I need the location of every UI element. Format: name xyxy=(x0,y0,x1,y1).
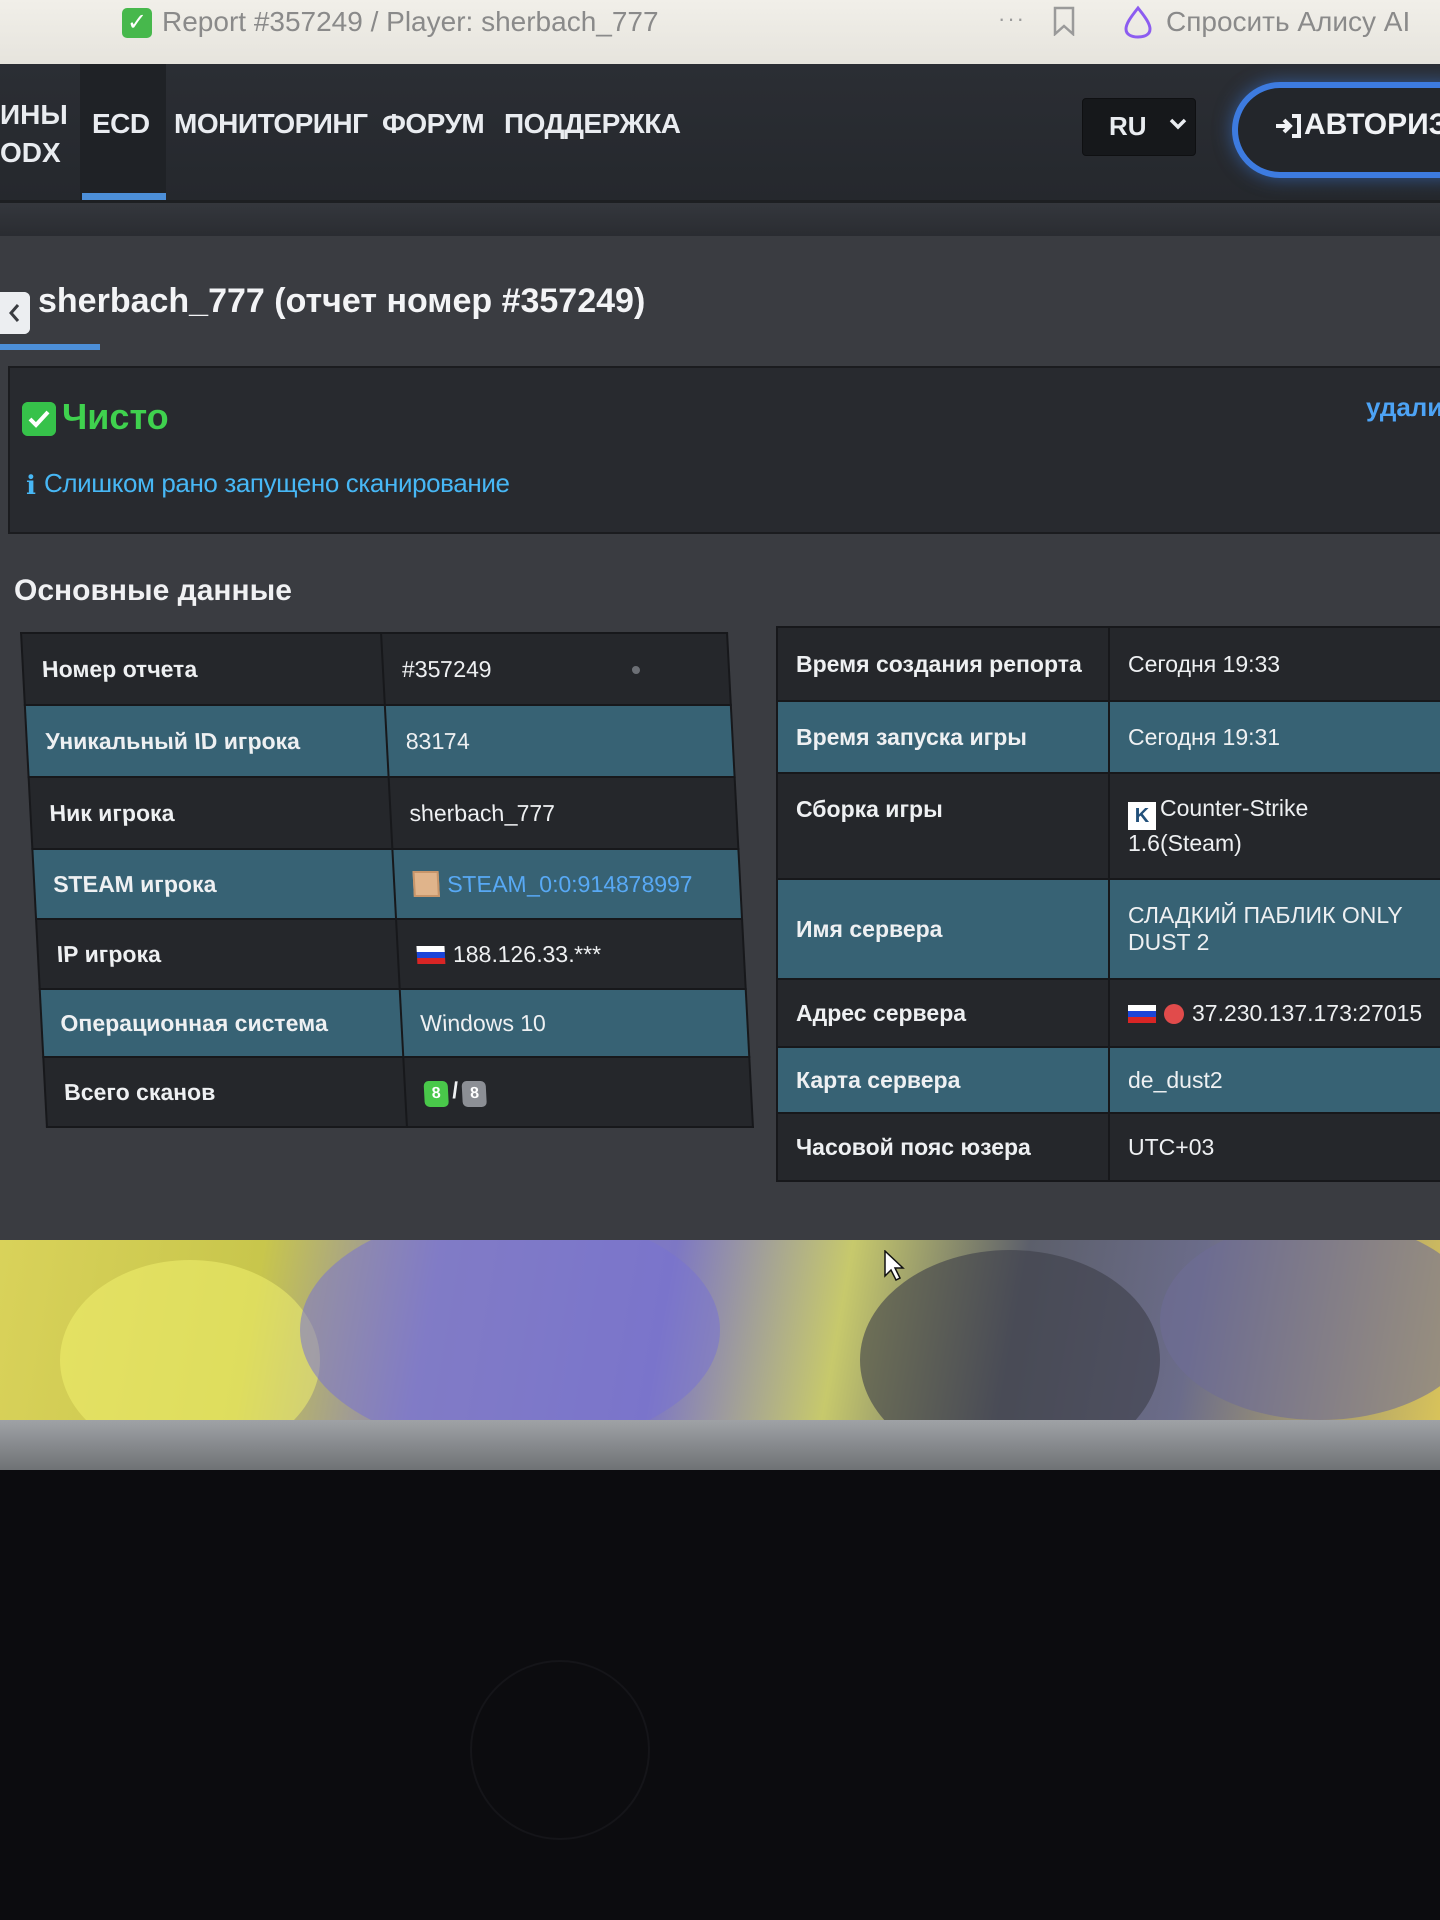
chevron-left-icon[interactable] xyxy=(0,292,30,334)
table-row: Номер отчета #357249 xyxy=(21,633,731,705)
row-key: Сборка игры xyxy=(776,772,1110,880)
row-value: STEAM_0:0:914878997 xyxy=(392,849,743,919)
row-value: Windows 10 xyxy=(399,989,750,1057)
steam-avatar-icon xyxy=(412,870,440,897)
row-value: de_dust2 xyxy=(1108,1046,1440,1114)
table-row: Сборка игры K Counter-Strike 1.6(Steam) xyxy=(776,772,1440,880)
row-key: Имя сервера xyxy=(776,878,1110,980)
section-title-main-data: Основные данные xyxy=(14,574,292,607)
art-shape xyxy=(1160,1240,1440,1420)
table-row: Операционная система Windows 10 xyxy=(39,989,750,1057)
scan-warning-text: Слишком рано запущено сканирование xyxy=(44,468,510,498)
tab-check-icon: ✓ xyxy=(122,8,152,38)
page-title: sherbach_777 (отчет номер #357249) xyxy=(38,282,646,320)
chevron-down-icon xyxy=(1169,118,1187,130)
table-row: Уникальный ID игрока 83174 xyxy=(24,705,735,777)
row-value: K Counter-Strike 1.6(Steam) xyxy=(1108,772,1440,880)
scan-count-badge[interactable]: 8 xyxy=(423,1081,449,1107)
art-shape xyxy=(300,1240,720,1420)
nav-active-indicator xyxy=(82,193,166,200)
check-square-icon xyxy=(22,402,56,436)
server-info-table: Время создания репорта Сегодня 19:33 Вре… xyxy=(776,626,1440,1182)
nav-item-monitoring[interactable]: МОНИТОРИНГ xyxy=(174,108,368,140)
nav-item-ecd[interactable]: ECD xyxy=(92,108,150,140)
row-key: Время запуска игры xyxy=(776,700,1110,774)
row-value: 37.230.137.173:27015 xyxy=(1108,978,1440,1048)
row-key: IP игрока xyxy=(36,919,400,989)
row-value: 8/8 xyxy=(403,1057,753,1127)
monitor-bezel xyxy=(0,1470,1440,1920)
nav-item-support[interactable]: ПОДДЕРЖКА xyxy=(504,108,681,140)
row-value: UTC+03 xyxy=(1108,1112,1440,1182)
row-value: СЛАДКИЙ ПАБЛИК ONLY DUST 2 xyxy=(1108,878,1440,980)
brand-fragment-line2: ODX xyxy=(0,137,61,168)
row-key: STEAM игрока xyxy=(32,849,397,919)
tab-title[interactable]: Report #357249 / Player: sherbach_777 xyxy=(162,6,659,38)
player-ip: 188.126.33.*** xyxy=(452,940,602,967)
row-key: Часовой пояс юзера xyxy=(776,1112,1110,1182)
game-build-line2: 1.6(Steam) xyxy=(1128,830,1242,856)
scan-status-label: Чисто xyxy=(62,396,169,437)
counter-strike-icon: K xyxy=(1128,802,1156,830)
row-value: 188.126.33.*** xyxy=(396,919,746,989)
alice-ring-icon[interactable] xyxy=(1120,4,1156,40)
server-name-line1: СЛАДКИЙ ПАБЛИК ONLY xyxy=(1128,902,1403,928)
russia-flag-icon xyxy=(1128,1004,1156,1023)
login-arrow-icon xyxy=(1276,114,1301,138)
row-key: Всего сканов xyxy=(43,1057,407,1127)
webcam-ring-icon xyxy=(470,1660,650,1840)
table-row: STEAM игрока STEAM_0:0:914878997 xyxy=(32,849,743,919)
steam-id-link[interactable]: STEAM_0:0:914878997 xyxy=(446,871,693,897)
art-shape xyxy=(60,1260,320,1420)
nav-item-forum[interactable]: ФОРУМ xyxy=(382,108,485,140)
row-value: sherbach_777 xyxy=(388,777,739,849)
table-row: Всего сканов 8/8 xyxy=(43,1057,753,1127)
ask-alice-button[interactable]: Спросить Алису AI xyxy=(1166,6,1410,38)
screen-bottom-edge xyxy=(0,1420,1440,1470)
header-divider xyxy=(0,200,1440,236)
table-row: Адрес сервера 37.230.137.173:27015 xyxy=(776,978,1440,1048)
row-key: Время создания репорта xyxy=(776,626,1110,702)
table-row: IP игрока 188.126.33.*** xyxy=(36,919,746,989)
delete-report-link[interactable]: удалит xyxy=(1366,392,1440,423)
player-info-table: Номер отчета #357249 Уникальный ID игрок… xyxy=(20,632,754,1128)
table-row: Имя сервера СЛАДКИЙ ПАБЛИК ONLY DUST 2 xyxy=(776,878,1440,980)
row-key: Ник игрока xyxy=(28,777,393,849)
login-label: АВТОРИЗ xyxy=(1304,108,1440,141)
title-underline xyxy=(0,344,100,350)
report-number: #357249 xyxy=(401,655,493,682)
table-row: Карта сервера de_dust2 xyxy=(776,1046,1440,1114)
status-card xyxy=(8,366,1440,534)
dot-icon xyxy=(631,666,640,675)
scan-total-badge[interactable]: 8 xyxy=(461,1081,488,1107)
vac-icon xyxy=(1164,1003,1184,1024)
table-row: Время запуска игры Сегодня 19:31 xyxy=(776,700,1440,774)
background-game-art xyxy=(0,1240,1440,1420)
info-icon: ℹ xyxy=(26,470,36,500)
brand-fragment-line1: ИНЫ xyxy=(0,99,68,130)
row-value: 83174 xyxy=(384,705,735,777)
mouse-cursor-icon xyxy=(884,1250,905,1282)
row-key: Уникальный ID игрока xyxy=(24,705,389,777)
table-row: Часовой пояс юзера UTC+03 xyxy=(776,1112,1440,1182)
row-key: Карта сервера xyxy=(776,1046,1110,1114)
row-value: Сегодня 19:33 xyxy=(1108,626,1440,702)
row-value: Сегодня 19:31 xyxy=(1108,700,1440,774)
russia-flag-icon xyxy=(416,945,446,964)
server-address[interactable]: 37.230.137.173:27015 xyxy=(1192,1000,1422,1026)
game-build-line1: Counter-Strike xyxy=(1160,795,1309,821)
row-key: Номер отчета xyxy=(21,633,385,705)
brand-logo-fragment[interactable]: ИНЫ ODX xyxy=(0,96,68,172)
row-key: Операционная система xyxy=(39,989,404,1057)
bookmark-icon[interactable] xyxy=(1052,6,1076,36)
table-row: Ник игрока sherbach_777 xyxy=(28,777,739,849)
row-key: Адрес сервера xyxy=(776,978,1110,1048)
scan-separator: / xyxy=(451,1077,460,1103)
server-name-line2: DUST 2 xyxy=(1128,929,1210,955)
more-icon[interactable]: ··· xyxy=(998,6,1026,32)
row-value: #357249 xyxy=(381,633,731,705)
table-row: Время создания репорта Сегодня 19:33 xyxy=(776,626,1440,702)
